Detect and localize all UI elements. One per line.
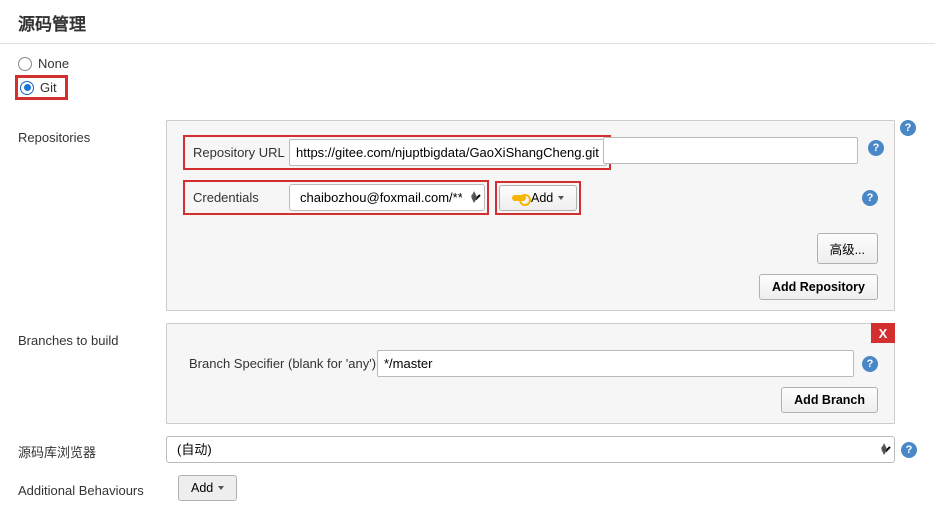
remove-branch-button[interactable]: X [871,323,895,343]
add-branch-button[interactable]: Add Branch [781,387,878,413]
repo-url-input[interactable] [289,139,607,166]
branches-label: Branches to build [18,323,166,348]
caret-down-icon [558,196,564,200]
repo-url-label: Repository URL [187,145,289,160]
add-behaviour-label: Add [191,481,213,495]
add-credentials-button[interactable]: Add [499,185,577,211]
credentials-label: Credentials [187,190,289,205]
radio-icon-unchecked [18,57,32,71]
help-icon[interactable]: ? [862,356,878,372]
radio-icon-checked [20,81,34,95]
repo-browser-label: 源码库浏览器 [18,438,166,461]
credentials-select[interactable]: chaibozhou@foxmail.com/****** [289,184,485,211]
highlight-repo-url: Repository URL [183,135,611,170]
caret-down-icon [218,486,224,490]
highlight-add-cred: Add [495,181,581,215]
additional-behaviours-label: Additional Behaviours [18,479,178,498]
key-icon [512,195,526,201]
highlight-credentials: Credentials chaibozhou@foxmail.com/*****… [183,180,489,215]
scm-git-label: Git [40,80,57,95]
help-icon[interactable]: ? [868,140,884,156]
repositories-panel: ? Repository URL ? Credentials [166,120,895,311]
advanced-button[interactable]: 高级... [817,233,878,264]
help-icon[interactable]: ? [901,442,917,458]
add-cred-label: Add [531,191,553,205]
scm-option-git[interactable]: Git [15,75,68,100]
scm-none-label: None [38,56,69,71]
add-behaviour-button[interactable]: Add [178,475,237,501]
repo-browser-select[interactable]: (自动) [166,436,895,463]
section-header-scm: 源码管理 [0,0,935,44]
repo-url-input-remainder[interactable] [603,137,858,164]
help-icon[interactable]: ? [862,190,878,206]
add-repository-button[interactable]: Add Repository [759,274,878,300]
help-icon[interactable]: ? [900,120,916,136]
repositories-label: Repositories [18,120,166,145]
branches-panel: X Branch Specifier (blank for 'any') ? A… [166,323,895,424]
branch-specifier-label: Branch Specifier (blank for 'any') [183,356,377,371]
branch-specifier-input[interactable] [377,350,854,377]
scm-option-none[interactable]: None [18,52,917,75]
